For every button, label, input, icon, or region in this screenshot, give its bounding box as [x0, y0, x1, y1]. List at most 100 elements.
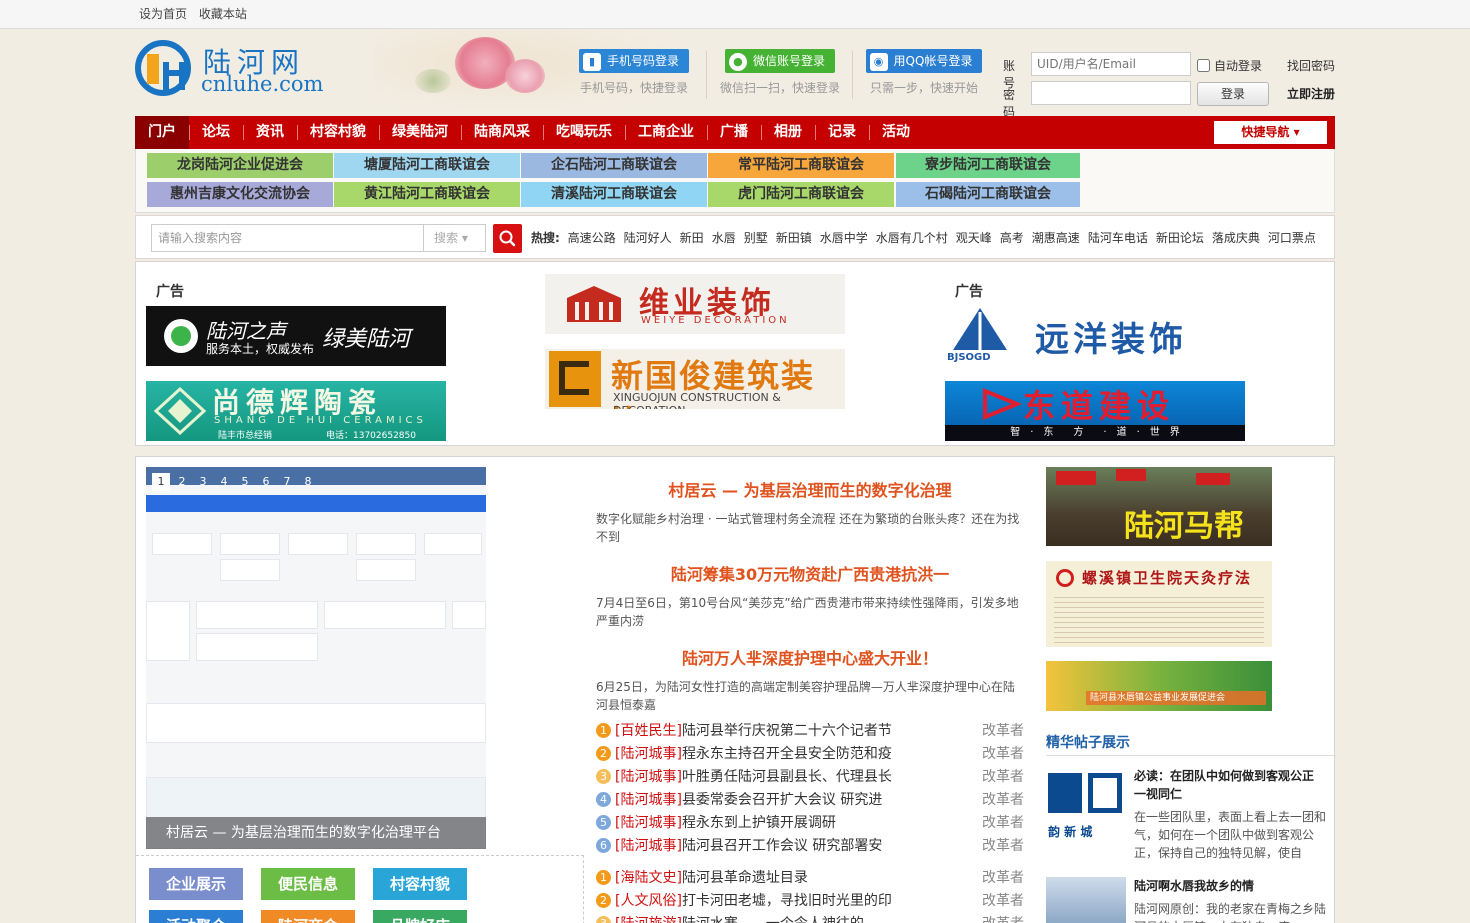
slider-page-button[interactable]: 5 — [236, 473, 254, 491]
slider-page-button[interactable]: 3 — [194, 473, 212, 491]
list-item[interactable]: 1 [百姓民生]陆河县举行庆祝第二十六个记者节 改革者 — [596, 720, 1024, 743]
ad-shangdehui[interactable]: 尚德辉陶瓷 SHANG DE HUI CERAMICS 陆丰市总经销 电话：13… — [146, 381, 446, 441]
hot-search-link[interactable]: 新田镇 — [776, 231, 812, 245]
category-tile[interactable]: 便民信息 — [261, 868, 355, 900]
association-link[interactable]: 龙岗陆河企业促进会 — [147, 153, 333, 178]
ad-dongdao[interactable]: 东道建设 智 · 东 方 · 道 · 世 界 — [945, 381, 1245, 441]
featured-slider[interactable]: 12345678 村居云 — 为基层治理而生的数字化治理平台 — [146, 467, 486, 849]
association-link[interactable]: 虎门陆河工商联谊会 — [708, 182, 894, 207]
list-title[interactable]: 陆河县举行庆祝第二十六个记者节 — [682, 723, 892, 739]
hot-search-link[interactable]: 潮惠高速 — [1032, 231, 1080, 245]
nav-item[interactable]: 记录 — [815, 116, 869, 149]
nav-item[interactable]: 绿美陆河 — [379, 116, 461, 149]
list-item[interactable]: 3 [陆河城事]叶胜勇任陆河县副县长、代理县长 改革者 — [596, 766, 1024, 789]
wechat-login-button[interactable]: ● 微信账号登录 — [724, 49, 835, 73]
nav-item[interactable]: 论坛 — [189, 116, 243, 149]
list-category[interactable]: [陆河城事] — [615, 746, 682, 762]
quick-nav-button[interactable]: 快捷导航 ▾ — [1214, 121, 1327, 144]
qq-login-button[interactable]: ◉ 用QQ帐号登录 — [865, 49, 983, 73]
list-category[interactable]: [陆河城事] — [615, 838, 682, 854]
search-scope-select[interactable]: 搜索 ▾ — [424, 224, 486, 252]
featured-post[interactable]: 韵 新 城 必读：在团队中如何做到客观公正一视同仁 在一些团队里，表面上看上去一… — [1046, 767, 1326, 860]
set-home-link[interactable]: 设为首页 — [139, 7, 187, 21]
list-category[interactable]: [陆河城事] — [615, 792, 682, 808]
forgot-password-link[interactable]: 找回密码 — [1287, 57, 1335, 74]
category-tile[interactable]: 活动聚合 — [149, 910, 243, 923]
list-author[interactable]: 改革者 — [982, 720, 1024, 743]
list-item[interactable]: 5 [陆河城事]程永东到上护镇开展调研 改革者 — [596, 812, 1024, 835]
nav-item[interactable]: 门户 — [135, 116, 189, 149]
phone-login-button[interactable]: ▮ 手机号码登录 — [578, 49, 689, 73]
list-author[interactable]: 改革者 — [982, 867, 1024, 890]
hot-search-link[interactable]: 新田论坛 — [1156, 231, 1204, 245]
list-item[interactable]: 6 [陆河城事]陆河县召开工作会议 研究部署安 改革者 — [596, 835, 1024, 858]
association-link[interactable]: 塘厦陆河工商联谊会 — [334, 153, 520, 178]
list-title[interactable]: 县委常委会召开扩大会议 研究进 — [682, 792, 882, 808]
list-author[interactable]: 改革者 — [982, 812, 1024, 835]
hot-search-link[interactable]: 水唇 — [712, 231, 736, 245]
register-link[interactable]: 立即注册 — [1287, 85, 1335, 102]
hot-search-link[interactable]: 水唇有几个村 — [876, 231, 948, 245]
list-category[interactable]: [海陆文史] — [615, 870, 682, 886]
slider-page-button[interactable]: 2 — [173, 473, 191, 491]
ad-yuanyang[interactable]: BJSOGD 远洋装饰 — [945, 306, 1245, 366]
search-button[interactable] — [493, 224, 522, 253]
hot-search-link[interactable]: 别墅 — [744, 231, 768, 245]
list-title[interactable]: 陆河县召开工作会议 研究部署安 — [682, 838, 882, 854]
list-category[interactable]: [陆河城事] — [615, 769, 682, 785]
nav-item[interactable]: 活动 — [869, 116, 923, 149]
list-title[interactable]: 程永东主持召开全县安全防范和疫 — [682, 746, 892, 762]
category-tile[interactable]: 品牌好店 — [373, 910, 467, 923]
clinic-banner[interactable]: 螺溪镇卫生院天灸疗法 — [1046, 561, 1272, 647]
headline-title[interactable]: 陆河万人芈深度护理中心盛大开业！ — [596, 645, 1024, 669]
list-item[interactable]: 3 [陆河旅游]陆河水寨……一个令人神往的 改革者 — [596, 913, 1024, 923]
slider-page-button[interactable]: 8 — [299, 473, 317, 491]
bookmark-link[interactable]: 收藏本站 — [199, 7, 247, 21]
list-item[interactable]: 2 [陆河城事]程永东主持召开全县安全防范和疫 改革者 — [596, 743, 1024, 766]
horse-team-banner[interactable]: 陆河马帮 — [1046, 467, 1272, 546]
list-item[interactable]: 2 [人文风俗]打卡河田老墟，寻找旧时光里的印 改革者 — [596, 890, 1024, 913]
list-title[interactable]: 陆河水寨……一个令人神往的 — [682, 916, 864, 923]
hot-search-link[interactable]: 陆河车电话 — [1088, 231, 1148, 245]
list-title[interactable]: 陆河县革命遗址目录 — [682, 870, 808, 886]
list-title[interactable]: 程永东到上护镇开展调研 — [682, 815, 836, 831]
ad-weiye[interactable]: 维业装饰 WEIYE DECORATION — [545, 274, 845, 334]
nav-item[interactable]: 陆商风采 — [461, 116, 543, 149]
hot-search-link[interactable]: 落成庆典 — [1212, 231, 1260, 245]
slide-caption[interactable]: 村居云 — 为基层治理而生的数字化治理平台 — [146, 817, 486, 849]
auto-login-checkbox[interactable] — [1197, 59, 1210, 72]
nav-item[interactable]: 工商企业 — [625, 116, 707, 149]
featured-post[interactable]: 陆河啊水唇我故乡的情 陆河网原创：我的老家在青梅之乡陆河县的水唇镇，占有独自一座… — [1046, 877, 1326, 923]
nav-item[interactable]: 广播 — [707, 116, 761, 149]
headline-title[interactable]: 陆河筹集30万元物资赴广西贵港抗洪一 — [596, 561, 1024, 585]
association-link[interactable]: 寮步陆河工商联谊会 — [896, 153, 1080, 178]
list-category[interactable]: [百姓民生] — [615, 723, 682, 739]
list-author[interactable]: 改革者 — [982, 766, 1024, 789]
slider-page-button[interactable]: 1 — [152, 473, 170, 491]
list-author[interactable]: 改革者 — [982, 835, 1024, 858]
post-title[interactable]: 陆河啊水唇我故乡的情 — [1134, 877, 1324, 895]
auto-login-option[interactable]: 自动登录 — [1197, 57, 1262, 74]
association-link[interactable]: 石碣陆河工商联谊会 — [896, 182, 1080, 207]
association-link[interactable]: 常平陆河工商联谊会 — [708, 153, 894, 178]
list-item[interactable]: 1 [海陆文史]陆河县革命遗址目录 改革者 — [596, 867, 1024, 890]
nav-item[interactable]: 相册 — [761, 116, 815, 149]
list-author[interactable]: 改革者 — [982, 789, 1024, 812]
username-input[interactable] — [1031, 52, 1191, 76]
nav-item[interactable]: 吃喝玩乐 — [543, 116, 625, 149]
login-button[interactable]: 登录 — [1197, 82, 1269, 106]
hot-search-link[interactable]: 陆河好人 — [624, 231, 672, 245]
charity-banner[interactable]: 陆河县水唇镇公益事业发展促进会 — [1046, 661, 1272, 711]
hot-search-link[interactable]: 高考 — [1000, 231, 1024, 245]
slider-page-button[interactable]: 7 — [278, 473, 296, 491]
nav-item[interactable]: 资讯 — [243, 116, 297, 149]
slider-page-button[interactable]: 4 — [215, 473, 233, 491]
list-author[interactable]: 改革者 — [982, 913, 1024, 923]
slider-page-button[interactable]: 6 — [257, 473, 275, 491]
hot-search-link[interactable]: 水唇中学 — [820, 231, 868, 245]
category-tile[interactable]: 陆河商会 — [261, 910, 355, 923]
list-item[interactable]: 4 [陆河城事]县委常委会召开扩大会议 研究进 改革者 — [596, 789, 1024, 812]
association-link[interactable]: 惠州吉康文化交流协会 — [147, 182, 333, 207]
hot-search-link[interactable]: 河口票点 — [1268, 231, 1316, 245]
category-tile[interactable]: 企业展示 — [149, 868, 243, 900]
